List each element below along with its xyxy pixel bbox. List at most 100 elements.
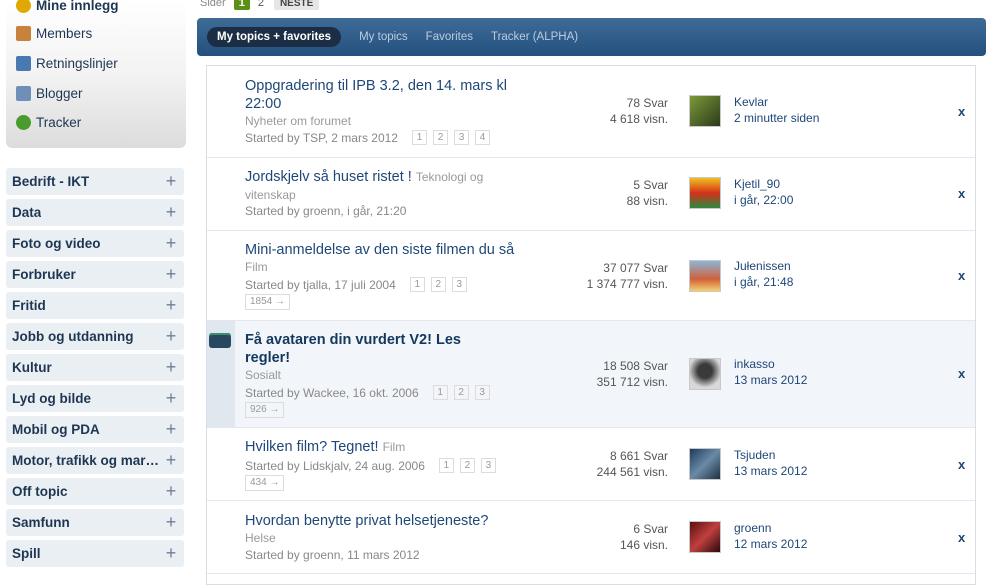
close-icon[interactable]: x: [958, 366, 965, 381]
tab-my-topics[interactable]: My topics: [359, 31, 408, 43]
category-mobil-og-pda[interactable]: Mobil og PDA +: [6, 416, 184, 443]
close-icon[interactable]: x: [958, 457, 965, 472]
category-data[interactable]: Data +: [6, 199, 184, 226]
topic-page-link[interactable]: 1: [409, 277, 425, 292]
topic-page-link[interactable]: 2: [459, 458, 475, 473]
topic-last-page-link[interactable]: 926 →: [245, 402, 285, 418]
topic-row: Jordskjelv så huset ristet ! Teknologi o…: [207, 158, 975, 231]
topic-page-link[interactable]: 2: [432, 130, 448, 145]
last-poster-name[interactable]: inkasso: [734, 356, 807, 372]
last-poster-name[interactable]: Kjetil_90: [734, 176, 793, 192]
plus-icon[interactable]: +: [164, 388, 178, 409]
topic-last-page-link[interactable]: 1854 →: [245, 294, 291, 310]
topic-page-link[interactable]: 2: [430, 277, 446, 292]
category-fritid[interactable]: Fritid +: [6, 292, 184, 319]
next-page-button[interactable]: NESTE: [273, 0, 320, 10]
category-lyd-og-bilde[interactable]: Lyd og bilde +: [6, 385, 184, 412]
tab-tracker[interactable]: Tracker (ALPHA): [491, 31, 578, 43]
page-link[interactable]: 2: [258, 0, 264, 9]
plus-icon[interactable]: +: [164, 295, 178, 316]
topic-forum[interactable]: Film: [383, 440, 406, 454]
topic-title[interactable]: Oppgradering til IPB 3.2, den 14. mars k…: [245, 77, 525, 113]
topic-page-link[interactable]: 1: [438, 458, 454, 473]
plus-icon[interactable]: +: [164, 326, 178, 347]
topic-row: Oppgradering til IPB 3.2, den 14. mars k…: [207, 66, 975, 158]
topic-stats: 37 077 Svar 1 374 777 visn.: [587, 260, 668, 292]
plus-icon[interactable]: +: [164, 450, 178, 471]
category-off-topic[interactable]: Off topic +: [6, 478, 184, 505]
topic-started: Started by TSP, 2 mars 2012 1 2 3 4: [245, 130, 490, 145]
topic-page-link[interactable]: 3: [451, 277, 467, 292]
avatar[interactable]: [689, 177, 721, 209]
user-link-retningslinjer[interactable]: Retningslinjer: [16, 52, 118, 74]
topic-status-cell: [207, 321, 235, 427]
category-bedrift-ikt[interactable]: Bedrift - IKT +: [6, 168, 184, 195]
topic-page-link[interactable]: 3: [480, 458, 496, 473]
plus-icon[interactable]: +: [164, 419, 178, 440]
topic-page-link[interactable]: 3: [453, 130, 469, 145]
category-foto-og-video[interactable]: Foto og video +: [6, 230, 184, 257]
plus-icon[interactable]: +: [164, 481, 178, 502]
tab-favorites[interactable]: Favorites: [426, 31, 473, 43]
last-poster-name[interactable]: Jułenissen: [734, 258, 793, 274]
user-link-blogger[interactable]: Blogger: [16, 82, 83, 104]
category-label: Motor, trafikk og mar…: [12, 453, 160, 468]
topic-page-link[interactable]: 1: [432, 385, 448, 400]
avatar[interactable]: [689, 260, 721, 292]
topic-forum[interactable]: Nyheter om forumet: [245, 114, 351, 128]
last-post-time[interactable]: 13 mars 2012: [734, 463, 807, 479]
topic-forum[interactable]: Sosialt: [245, 368, 281, 382]
plus-icon[interactable]: +: [164, 512, 178, 533]
close-icon[interactable]: x: [958, 530, 965, 545]
topic-started: Started by groenn, 11 mars 2012: [245, 548, 420, 562]
category-jobb-og-utdanning[interactable]: Jobb og utdanning +: [6, 323, 184, 350]
last-post-time[interactable]: i går, 22:00: [734, 192, 793, 208]
plus-icon[interactable]: +: [164, 543, 178, 564]
topic-title[interactable]: Få avataren din vurdert V2! Les regler!: [245, 331, 485, 367]
close-icon[interactable]: x: [958, 268, 965, 283]
topic-started-text: Started by tjalla, 17 juli 2004: [245, 277, 396, 292]
close-icon[interactable]: x: [958, 104, 965, 119]
topic-forum[interactable]: Helse: [245, 531, 276, 545]
user-panel: Mine innlegg Members Retningslinjer Blog…: [6, 0, 186, 148]
user-link-tracker[interactable]: Tracker: [16, 111, 81, 133]
avatar[interactable]: [689, 448, 721, 480]
topic-page-link[interactable]: 2: [453, 385, 469, 400]
last-post-time[interactable]: 12 mars 2012: [734, 536, 807, 552]
plus-icon[interactable]: +: [164, 264, 178, 285]
plus-icon[interactable]: +: [164, 357, 178, 378]
topic-title[interactable]: Jordskjelv så huset ristet !: [245, 169, 412, 185]
topic-page-link[interactable]: 3: [474, 385, 490, 400]
topic-title[interactable]: Hvordan benytte privat helsetjeneste?: [245, 512, 525, 530]
last-poster-name[interactable]: Tsjuden: [734, 447, 807, 463]
category-kultur[interactable]: Kultur +: [6, 354, 184, 381]
category-motor-trafikk[interactable]: Motor, trafikk og mar… +: [6, 447, 184, 474]
last-poster-name[interactable]: groenn: [734, 520, 807, 536]
topic-page-link[interactable]: 1: [411, 130, 427, 145]
last-poster: groenn 12 mars 2012: [734, 520, 807, 552]
last-post-time[interactable]: i går, 21:48: [734, 274, 793, 290]
category-forbruker[interactable]: Forbruker +: [6, 261, 184, 288]
tab-my-topics-favorites[interactable]: My topics + favorites: [207, 27, 342, 47]
last-post-time[interactable]: 13 mars 2012: [734, 372, 807, 388]
avatar[interactable]: [689, 358, 721, 390]
last-poster-name[interactable]: Kevlar: [734, 94, 819, 110]
topic-page-link[interactable]: 4: [474, 130, 490, 145]
avatar[interactable]: [689, 521, 721, 553]
topic-title[interactable]: Mini-anmeldelse av den siste filmen du s…: [245, 241, 525, 259]
plus-icon[interactable]: +: [164, 233, 178, 254]
user-link-mine-innlegg[interactable]: Mine innlegg: [16, 0, 119, 16]
close-icon[interactable]: x: [958, 186, 965, 201]
pagination: Sider 1 2 NESTE: [200, 0, 320, 12]
topic-forum[interactable]: Film: [245, 260, 268, 274]
plus-icon[interactable]: +: [164, 171, 178, 192]
last-poster: Kevlar 2 minutter siden: [734, 94, 819, 126]
last-post-time[interactable]: 2 minutter siden: [734, 110, 819, 126]
avatar[interactable]: [689, 95, 721, 127]
category-samfunn[interactable]: Samfunn +: [6, 509, 184, 536]
topic-last-page-link[interactable]: 434 →: [245, 475, 285, 491]
plus-icon[interactable]: +: [164, 202, 178, 223]
category-spill[interactable]: Spill +: [6, 540, 184, 567]
user-link-members[interactable]: Members: [16, 22, 92, 44]
topic-title[interactable]: Hvilken film? Tegnet!: [245, 439, 379, 455]
